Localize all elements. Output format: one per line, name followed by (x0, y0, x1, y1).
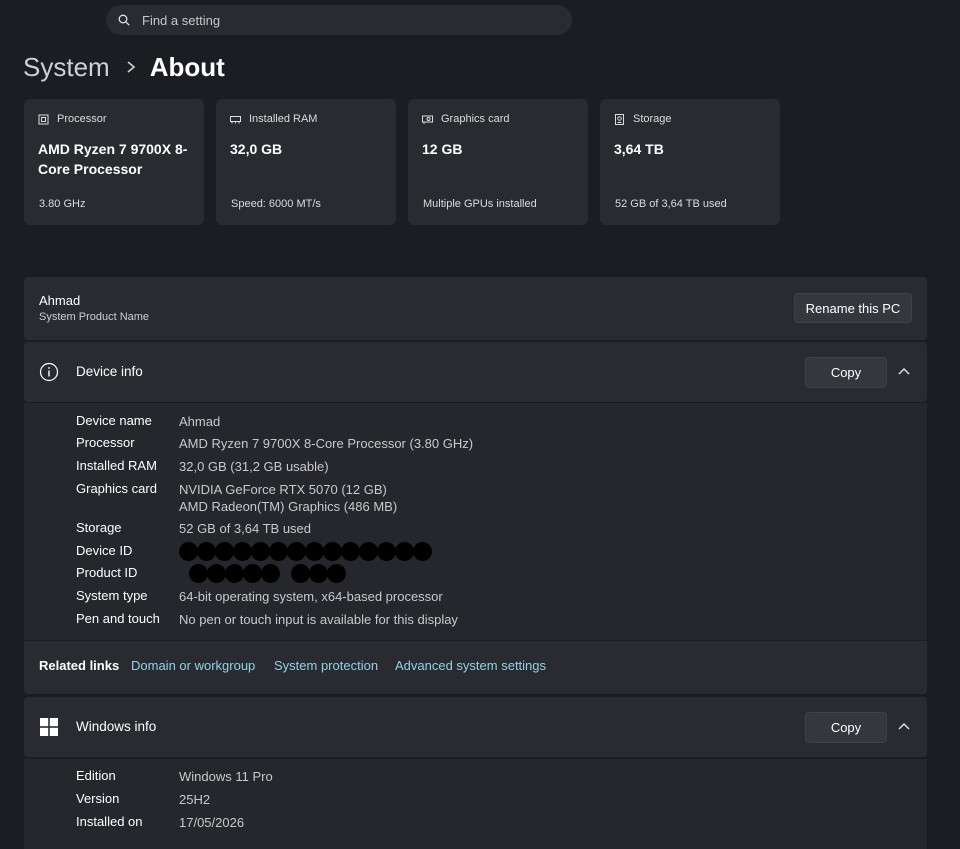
card-processor: Processor AMD Ryzen 7 9700X 8-Core Proce… (24, 99, 204, 225)
storage-icon (615, 113, 624, 125)
card-footer: 3.80 GHz (39, 198, 86, 210)
windows-info-header[interactable]: Windows info Copy (24, 697, 927, 757)
windows-info-details: Edition Windows 11 Pro Version 25H2 Inst… (24, 759, 927, 849)
pc-product-name: System Product Name (39, 311, 150, 323)
spec-row-system-type: System type 64-bit operating system, x64… (76, 588, 443, 605)
search-icon (118, 14, 130, 26)
search-box[interactable] (106, 5, 572, 35)
spec-row-device-name: Device name Ahmad (76, 413, 220, 430)
windows-logo-icon (40, 718, 58, 736)
spec-key: Version (76, 791, 120, 806)
redacted-value (179, 542, 432, 561)
card-value: 32,0 GB (230, 141, 283, 157)
ram-icon (230, 115, 241, 123)
device-info-title: Device info (76, 364, 143, 379)
copy-device-info-button[interactable]: Copy (805, 357, 887, 388)
spec-key: Installed RAM (76, 458, 157, 473)
spec-row-processor: Processor AMD Ryzen 7 9700X 8-Core Proce… (76, 435, 473, 452)
spec-value: Windows 11 Pro (179, 769, 273, 784)
spec-value-secondary: AMD Radeon(TM) Graphics (486 MB) (179, 499, 398, 514)
chevron-up-icon[interactable] (897, 721, 911, 731)
pc-name-panel: Ahmad System Product Name Rename this PC (24, 277, 927, 340)
spec-key: Pen and touch (76, 611, 160, 626)
spec-value: 32,0 GB (31,2 GB usable) (179, 459, 329, 474)
card-label: Storage (633, 113, 672, 125)
breadcrumb: System About (23, 50, 225, 84)
card-label: Installed RAM (249, 113, 318, 125)
spec-cards: Processor AMD Ryzen 7 9700X 8-Core Proce… (24, 99, 780, 225)
spec-row-installed-on: Installed on 17/05/2026 (76, 814, 244, 831)
device-info-details: Device name Ahmad Processor AMD Ryzen 7 … (24, 403, 927, 640)
processor-icon (38, 114, 49, 124)
card-value: AMD Ryzen 7 9700X 8-Core Processor (38, 141, 188, 177)
card-footer: Multiple GPUs installed (423, 198, 537, 210)
copy-windows-info-button[interactable]: Copy (805, 712, 887, 743)
spec-key: Device name (76, 413, 152, 428)
card-label: Graphics card (441, 113, 510, 125)
spec-row-edition: Edition Windows 11 Pro (76, 768, 273, 785)
card-storage: Storage 3,64 TB 52 GB of 3,64 TB used (600, 99, 780, 225)
spec-key: Edition (76, 768, 116, 783)
spec-key: Product ID (76, 565, 138, 580)
link-system-protection[interactable]: System protection (274, 658, 378, 673)
card-value: 12 GB (422, 141, 463, 157)
card-installed-ram: Installed RAM 32,0 GB Speed: 6000 MT/s (216, 99, 396, 225)
spec-row-device-id: Device ID (76, 542, 432, 561)
card-footer: 52 GB of 3,64 TB used (615, 198, 727, 210)
pc-name: Ahmad (39, 293, 81, 308)
card-label: Processor (57, 113, 107, 125)
spec-key: Installed on (76, 814, 143, 829)
spec-key: Storage (76, 520, 122, 535)
chevron-up-icon[interactable] (897, 366, 911, 376)
link-domain-or-workgroup[interactable]: Domain or workgroup (131, 658, 255, 673)
spec-row-storage: Storage 52 GB of 3,64 TB used (76, 520, 311, 537)
spec-key: Device ID (76, 543, 133, 558)
related-links-bar: Related links Domain or workgroup System… (24, 641, 927, 694)
device-info-header[interactable]: Device info Copy (24, 342, 927, 402)
info-icon (39, 362, 59, 382)
rename-pc-button[interactable]: Rename this PC (794, 293, 912, 323)
spec-row-version: Version 25H2 (76, 791, 210, 808)
redacted-value (179, 564, 346, 583)
link-advanced-system-settings[interactable]: Advanced system settings (395, 658, 546, 673)
spec-value: NVIDIA GeForce RTX 5070 (12 GB) (179, 482, 387, 497)
graphics-card-icon (422, 115, 433, 124)
card-value: 3,64 TB (614, 141, 664, 157)
breadcrumb-system[interactable]: System (23, 52, 110, 83)
page-title: About (149, 51, 225, 82)
card-graphics-card: Graphics card 12 GB Multiple GPUs instal… (408, 99, 588, 225)
windows-info-title: Windows info (76, 719, 157, 734)
related-links-label: Related links (39, 658, 120, 673)
chevron-right-icon (127, 61, 135, 73)
spec-row-pen-and-touch: Pen and touch No pen or touch input is a… (76, 611, 458, 628)
spec-value: 17/05/2026 (179, 815, 245, 830)
spec-value: 25H2 (179, 792, 211, 807)
spec-value: AMD Ryzen 7 9700X 8-Core Processor (3.80… (179, 436, 474, 451)
spec-value: 52 GB of 3,64 TB used (179, 521, 312, 536)
spec-value: 64-bit operating system, x64-based proce… (179, 589, 443, 604)
card-footer: Speed: 6000 MT/s (231, 198, 321, 210)
spec-row-graphics-card: Graphics card NVIDIA GeForce RTX 5070 (1… (76, 481, 397, 515)
spec-key: System type (76, 588, 148, 603)
spec-row-product-id: Product ID (76, 564, 346, 583)
spec-value: No pen or touch input is available for t… (179, 612, 458, 627)
spec-key: Processor (76, 435, 135, 450)
spec-key: Graphics card (76, 481, 157, 496)
spec-row-installed-ram: Installed RAM 32,0 GB (31,2 GB usable) (76, 458, 329, 475)
spec-value: Ahmad (179, 414, 221, 429)
search-input[interactable] (142, 12, 522, 28)
